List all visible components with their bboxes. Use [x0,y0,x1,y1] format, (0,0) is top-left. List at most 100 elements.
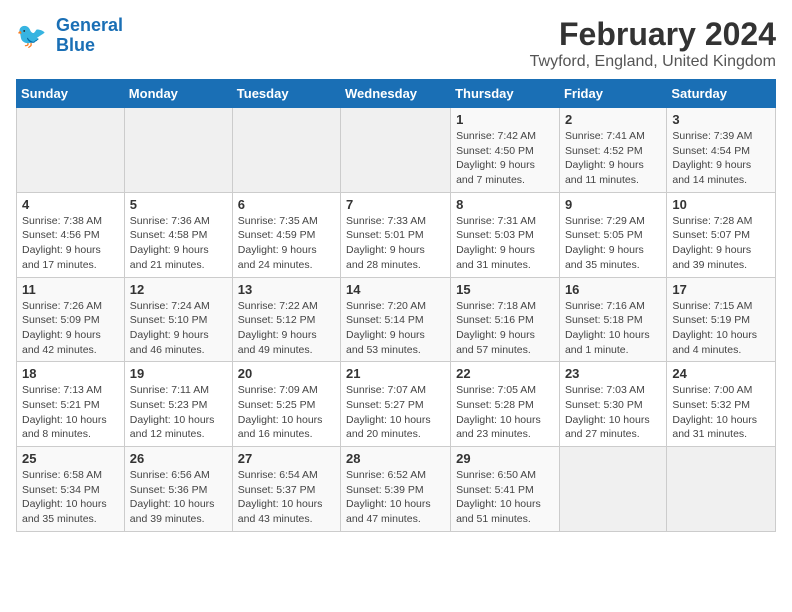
day-info: Sunrise: 7:22 AM Sunset: 5:12 PM Dayligh… [238,299,335,358]
calendar-cell [559,447,666,532]
day-info: Sunrise: 6:50 AM Sunset: 5:41 PM Dayligh… [456,468,554,527]
day-info: Sunrise: 6:58 AM Sunset: 5:34 PM Dayligh… [22,468,119,527]
day-number: 21 [346,366,445,381]
calendar-cell: 24 Sunrise: 7:00 AM Sunset: 5:32 PM Dayli… [667,362,776,447]
calendar-cell: 16 Sunrise: 7:16 AM Sunset: 5:18 PM Dayli… [559,277,666,362]
calendar-cell: 19 Sunrise: 7:11 AM Sunset: 5:23 PM Dayli… [124,362,232,447]
calendar-cell: 26 Sunrise: 6:56 AM Sunset: 5:36 PM Dayli… [124,447,232,532]
week-row-1: 1Sunrise: 7:42 AM Sunset: 4:50 PM Daylig… [17,108,776,193]
day-info: Sunrise: 7:31 AM Sunset: 5:03 PM Dayligh… [456,214,554,273]
day-number: 2 [565,112,661,127]
calendar-cell: 13 Sunrise: 7:22 AM Sunset: 5:12 PM Dayli… [232,277,340,362]
weekday-header-row: SundayMondayTuesdayWednesdayThursdayFrid… [17,80,776,108]
title-block: February 2024 Twyford, England, United K… [530,16,776,71]
calendar-cell [232,108,340,193]
calendar-cell: 5 Sunrise: 7:36 AM Sunset: 4:58 PM Daylig… [124,192,232,277]
day-number: 24 [672,366,770,381]
calendar-cell: 22Sunrise: 7:05 AM Sunset: 5:28 PM Dayli… [451,362,560,447]
day-info: Sunrise: 7:15 AM Sunset: 5:19 PM Dayligh… [672,299,770,358]
day-number: 4 [22,197,119,212]
svg-text:🐦: 🐦 [16,23,47,50]
day-number: 17 [672,282,770,297]
day-info: Sunrise: 7:35 AM Sunset: 4:59 PM Dayligh… [238,214,335,273]
weekday-header-monday: Monday [124,80,232,108]
day-info: Sunrise: 6:56 AM Sunset: 5:36 PM Dayligh… [130,468,227,527]
day-info: Sunrise: 7:03 AM Sunset: 5:30 PM Dayligh… [565,383,661,442]
day-info: Sunrise: 7:42 AM Sunset: 4:50 PM Dayligh… [456,129,554,188]
day-number: 3 [672,112,770,127]
day-info: Sunrise: 7:28 AM Sunset: 5:07 PM Dayligh… [672,214,770,273]
calendar-cell: 23 Sunrise: 7:03 AM Sunset: 5:30 PM Dayli… [559,362,666,447]
day-number: 26 [130,451,227,466]
calendar-cell: 25 Sunrise: 6:58 AM Sunset: 5:34 PM Dayli… [17,447,125,532]
day-number: 14 [346,282,445,297]
calendar-cell: 1Sunrise: 7:42 AM Sunset: 4:50 PM Daylig… [451,108,560,193]
calendar-cell [667,447,776,532]
day-number: 23 [565,366,661,381]
calendar-cell [124,108,232,193]
day-info: Sunrise: 7:39 AM Sunset: 4:54 PM Dayligh… [672,129,770,188]
day-number: 27 [238,451,335,466]
logo-text: General Blue [56,16,123,56]
day-number: 5 [130,197,227,212]
calendar-cell: 4 Sunrise: 7:38 AM Sunset: 4:56 PM Daylig… [17,192,125,277]
day-info: Sunrise: 7:05 AM Sunset: 5:28 PM Dayligh… [456,383,554,442]
day-info: Sunrise: 7:38 AM Sunset: 4:56 PM Dayligh… [22,214,119,273]
day-number: 13 [238,282,335,297]
day-number: 29 [456,451,554,466]
day-info: Sunrise: 7:07 AM Sunset: 5:27 PM Dayligh… [346,383,445,442]
logo-blue: Blue [56,35,95,55]
calendar-cell: 10 Sunrise: 7:28 AM Sunset: 5:07 PM Dayli… [667,192,776,277]
weekday-header-sunday: Sunday [17,80,125,108]
day-number: 10 [672,197,770,212]
month-year: February 2024 [530,16,776,53]
calendar-cell [341,108,451,193]
day-info: Sunrise: 6:54 AM Sunset: 5:37 PM Dayligh… [238,468,335,527]
calendar-cell: 17 Sunrise: 7:15 AM Sunset: 5:19 PM Dayli… [667,277,776,362]
logo-icon: 🐦 [16,21,52,51]
day-number: 19 [130,366,227,381]
day-info: Sunrise: 7:11 AM Sunset: 5:23 PM Dayligh… [130,383,227,442]
day-info: Sunrise: 7:24 AM Sunset: 5:10 PM Dayligh… [130,299,227,358]
day-info: Sunrise: 6:52 AM Sunset: 5:39 PM Dayligh… [346,468,445,527]
calendar-cell: 21 Sunrise: 7:07 AM Sunset: 5:27 PM Dayli… [341,362,451,447]
day-info: Sunrise: 7:29 AM Sunset: 5:05 PM Dayligh… [565,214,661,273]
calendar-cell: 18 Sunrise: 7:13 AM Sunset: 5:21 PM Dayli… [17,362,125,447]
day-number: 6 [238,197,335,212]
calendar-cell: 9 Sunrise: 7:29 AM Sunset: 5:05 PM Daylig… [559,192,666,277]
day-info: Sunrise: 7:18 AM Sunset: 5:16 PM Dayligh… [456,299,554,358]
calendar-table: SundayMondayTuesdayWednesdayThursdayFrid… [16,79,776,532]
weekday-header-friday: Friday [559,80,666,108]
day-info: Sunrise: 7:00 AM Sunset: 5:32 PM Dayligh… [672,383,770,442]
calendar-cell: 3 Sunrise: 7:39 AM Sunset: 4:54 PM Daylig… [667,108,776,193]
day-info: Sunrise: 7:13 AM Sunset: 5:21 PM Dayligh… [22,383,119,442]
location: Twyford, England, United Kingdom [530,53,776,71]
day-info: Sunrise: 7:36 AM Sunset: 4:58 PM Dayligh… [130,214,227,273]
calendar-cell: 6 Sunrise: 7:35 AM Sunset: 4:59 PM Daylig… [232,192,340,277]
calendar-cell: 29 Sunrise: 6:50 AM Sunset: 5:41 PM Dayli… [451,447,560,532]
weekday-header-tuesday: Tuesday [232,80,340,108]
day-number: 16 [565,282,661,297]
calendar-cell: 8Sunrise: 7:31 AM Sunset: 5:03 PM Daylig… [451,192,560,277]
day-info: Sunrise: 7:16 AM Sunset: 5:18 PM Dayligh… [565,299,661,358]
day-number: 11 [22,282,119,297]
calendar-cell: 20Sunrise: 7:09 AM Sunset: 5:25 PM Dayli… [232,362,340,447]
day-number: 18 [22,366,119,381]
calendar-cell: 14Sunrise: 7:20 AM Sunset: 5:14 PM Dayli… [341,277,451,362]
day-number: 28 [346,451,445,466]
week-row-3: 11Sunrise: 7:26 AM Sunset: 5:09 PM Dayli… [17,277,776,362]
calendar-cell: 15 Sunrise: 7:18 AM Sunset: 5:16 PM Dayli… [451,277,560,362]
day-number: 9 [565,197,661,212]
day-number: 15 [456,282,554,297]
day-info: Sunrise: 7:41 AM Sunset: 4:52 PM Dayligh… [565,129,661,188]
logo: 🐦 General Blue [16,16,123,56]
weekday-header-wednesday: Wednesday [341,80,451,108]
calendar-cell: 11Sunrise: 7:26 AM Sunset: 5:09 PM Dayli… [17,277,125,362]
calendar-cell: 2 Sunrise: 7:41 AM Sunset: 4:52 PM Daylig… [559,108,666,193]
calendar-cell [17,108,125,193]
day-number: 7 [346,197,445,212]
calendar-cell: 28 Sunrise: 6:52 AM Sunset: 5:39 PM Dayli… [341,447,451,532]
calendar-cell: 7Sunrise: 7:33 AM Sunset: 5:01 PM Daylig… [341,192,451,277]
day-number: 25 [22,451,119,466]
page-header: 🐦 General Blue February 2024 Twyford, En… [16,16,776,71]
